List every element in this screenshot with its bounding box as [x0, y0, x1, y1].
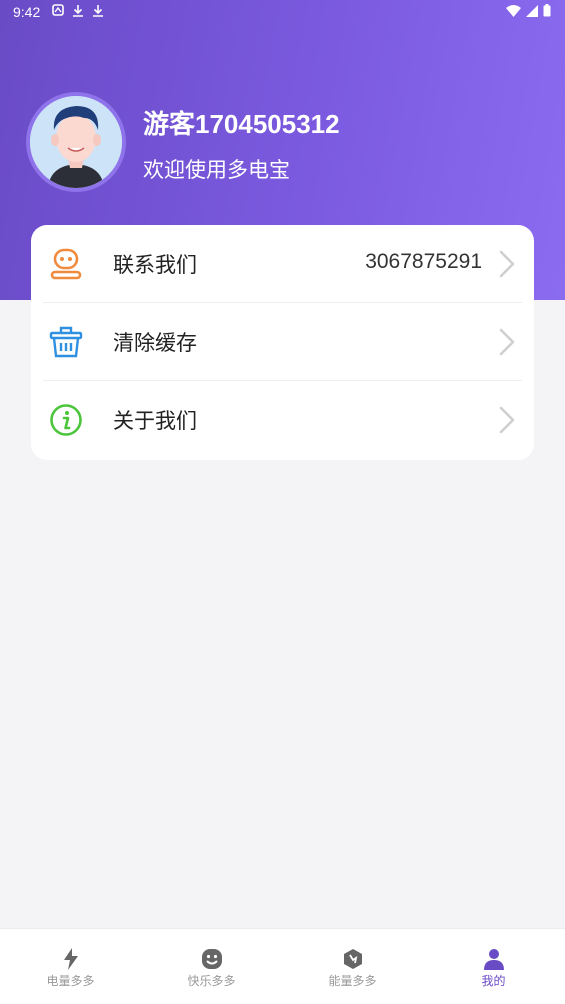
menu-item-contact-us[interactable]: 联系我们 3067875291 [31, 225, 534, 303]
tab-happy[interactable]: 快乐多多 [141, 929, 282, 1004]
download-icon [93, 5, 103, 17]
avatar-image [30, 96, 122, 188]
menu-item-about-us[interactable]: 关于我们 [31, 381, 534, 459]
chevron-right-icon [499, 406, 515, 434]
avatar[interactable] [26, 92, 126, 192]
menu-item-clear-cache[interactable]: 清除缓存 [31, 303, 534, 381]
menu-item-label: 关于我们 [113, 409, 197, 433]
status-time: 9:42 [13, 4, 41, 20]
info-icon [50, 404, 82, 436]
contact-icon [50, 248, 82, 280]
menu-item-label: 联系我们 [113, 253, 197, 277]
battery-icon [543, 4, 551, 17]
user-name: 游客1704505312 [143, 109, 340, 139]
status-bar: 9:42 [0, 0, 565, 24]
tab-label: 电量多多 [46, 974, 95, 988]
tab-power[interactable]: 电量多多 [0, 929, 141, 1004]
notification-icon [52, 4, 64, 16]
menu-item-label: 清除缓存 [113, 331, 197, 355]
tab-mine[interactable]: 我的 [423, 929, 564, 1004]
lightning-icon [64, 948, 78, 970]
settings-card: 联系我们 3067875291 清除缓存 关于我们 [31, 225, 534, 460]
energy-icon [344, 949, 362, 969]
smile-icon [202, 949, 222, 969]
tab-energy[interactable]: 能量多多 [282, 929, 423, 1004]
chevron-right-icon [499, 250, 515, 278]
tab-label: 快乐多多 [187, 974, 236, 988]
user-subtitle: 欢迎使用多电宝 [143, 158, 290, 182]
download-icon [73, 5, 83, 17]
signal-icon [526, 4, 538, 17]
chevron-right-icon [499, 328, 515, 356]
trash-basket-icon [49, 326, 83, 358]
person-icon [484, 949, 504, 970]
contact-number: 3067875291 [365, 250, 482, 273]
tab-label: 我的 [481, 974, 506, 988]
bottom-tab-bar: 电量多多 快乐多多 能量多多 我的 [0, 928, 565, 1004]
tab-label: 能量多多 [328, 974, 377, 988]
wifi-icon [506, 4, 521, 17]
